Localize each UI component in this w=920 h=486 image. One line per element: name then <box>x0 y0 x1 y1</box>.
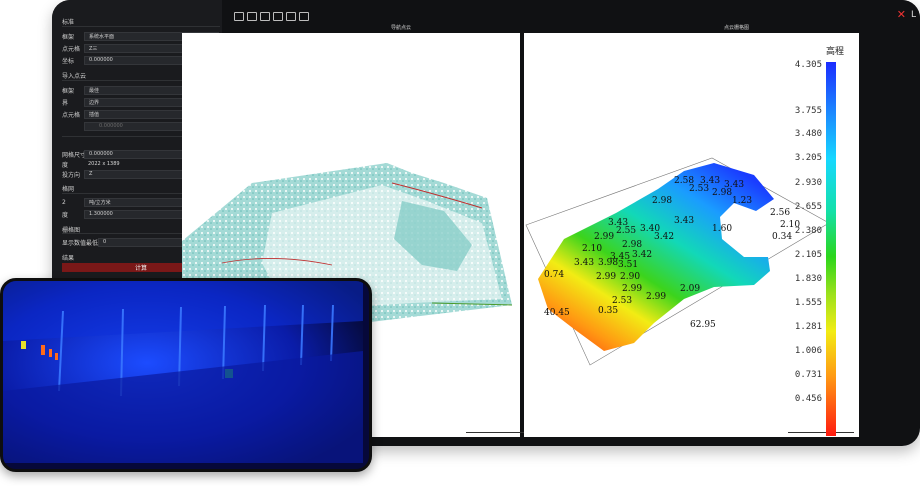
select-value: Z <box>89 171 93 177</box>
row-label: 坐标 <box>62 57 75 65</box>
legend-tick: 2.930 <box>794 178 822 188</box>
row-label: 点元格 <box>62 111 81 119</box>
elevation-label: 1.23 <box>732 196 752 206</box>
legend-tick: 2.105 <box>794 250 822 260</box>
layout-icon[interactable]: L <box>911 10 916 20</box>
section-title: 导入点云 <box>62 73 87 80</box>
elevation-label: 2.99 <box>646 292 666 302</box>
elevation-label: 3.51 <box>618 260 638 270</box>
elevation-label: 3.42 <box>632 250 652 260</box>
close-icon[interactable]: ✕ <box>897 8 906 21</box>
row-label: 框架 <box>62 33 75 41</box>
row-label: 界 <box>62 99 69 107</box>
elevation-label: 2.53 <box>612 296 632 306</box>
select-value: 插值 <box>89 111 100 118</box>
section-title: 格网 <box>62 186 75 193</box>
row-label: 框架 <box>62 87 75 95</box>
scale-bar <box>788 432 854 433</box>
legend-tick: 1.006 <box>794 346 822 356</box>
field-value: 0.000000 <box>99 123 123 129</box>
elevation-label: 3.43 <box>674 216 694 226</box>
dimension-label: 40.45 <box>544 308 570 318</box>
legend-tick: 3.755 <box>794 106 822 116</box>
row-label: 度 <box>62 161 69 169</box>
elevation-label: 3.43 <box>724 180 744 190</box>
dimension-label: 62.95 <box>690 320 716 330</box>
select-value: 系统水平面 <box>89 33 115 40</box>
legend-tick: 2.655 <box>794 202 822 212</box>
elevation-label: 2.53 <box>689 184 709 194</box>
elevation-label: 2.99 <box>622 284 642 294</box>
row-label: 显示数值最低 <box>62 239 98 247</box>
legend-tick: 0.456 <box>794 394 822 404</box>
stepper-value: 0 <box>103 239 107 245</box>
select-value: 最佳 <box>89 87 100 94</box>
elevation-label: 2.99 <box>594 232 614 242</box>
legend-tick: 2.380 <box>794 226 822 236</box>
elevation-label: 0.74 <box>544 270 564 280</box>
elevation-label: 2.90 <box>620 272 640 282</box>
right-panel-title: 点云栅格图 <box>724 25 750 31</box>
legend-tick: 1.555 <box>794 298 822 308</box>
row-label: 点元格 <box>62 45 81 53</box>
legend-tick: 3.205 <box>794 153 822 163</box>
elevation-label: 2.99 <box>596 272 616 282</box>
scale-bar <box>466 432 528 433</box>
legend-tick: 3.480 <box>794 129 822 139</box>
point-cloud-scan-image <box>0 278 372 472</box>
toolbar: ✕ L <box>222 0 920 24</box>
elevation-label: 2.55 <box>616 226 636 236</box>
elevation-label: 3.43 <box>574 258 594 268</box>
select-value: 吨/立方米 <box>89 199 111 206</box>
copy-icon[interactable] <box>273 12 283 21</box>
legend-tick: 0.731 <box>794 370 822 380</box>
heightmap-surface <box>538 163 774 351</box>
select-value: Z三 <box>89 45 98 52</box>
elevation-label: 2.98 <box>652 196 672 206</box>
row-label: 网格尺寸 <box>62 151 84 159</box>
elevation-label: 2.09 <box>680 284 700 294</box>
elevation-label: 2.98 <box>622 240 642 250</box>
row-label: 投方向 <box>62 171 81 179</box>
elevation-label: 0.35 <box>598 306 618 316</box>
section-title: 标准 <box>62 19 75 26</box>
stepper-value: 0.000000 <box>89 57 113 63</box>
open-icon[interactable] <box>234 12 244 21</box>
legend-tick: 1.830 <box>794 274 822 284</box>
stepper-value: 0.000000 <box>89 151 113 157</box>
elevation-label: 3.42 <box>654 232 674 242</box>
elevation-color-bar <box>826 62 836 436</box>
select-value: 边界 <box>89 99 100 106</box>
divider <box>62 26 220 27</box>
export-icon[interactable] <box>260 12 270 21</box>
elevation-label: 1.60 <box>712 224 732 234</box>
screenshot-icon[interactable] <box>286 12 296 21</box>
row-label: 度 <box>62 211 69 219</box>
elevation-label: 2.10 <box>582 244 602 254</box>
section-title: 结果 <box>62 255 75 262</box>
legend-title: 高程 <box>826 47 845 57</box>
left-panel-title: 导航点云 <box>391 25 412 31</box>
stepper-value: 1.300000 <box>89 211 113 217</box>
grid-dimensions: 2022 x 1389 <box>88 161 120 167</box>
legend-tick: 1.281 <box>794 322 822 332</box>
print-icon[interactable] <box>299 12 309 21</box>
warehouse-scan <box>3 281 363 463</box>
row-label: 2 <box>62 198 66 206</box>
save-icon[interactable] <box>247 12 257 21</box>
legend-tick: 4.305 <box>794 60 822 70</box>
